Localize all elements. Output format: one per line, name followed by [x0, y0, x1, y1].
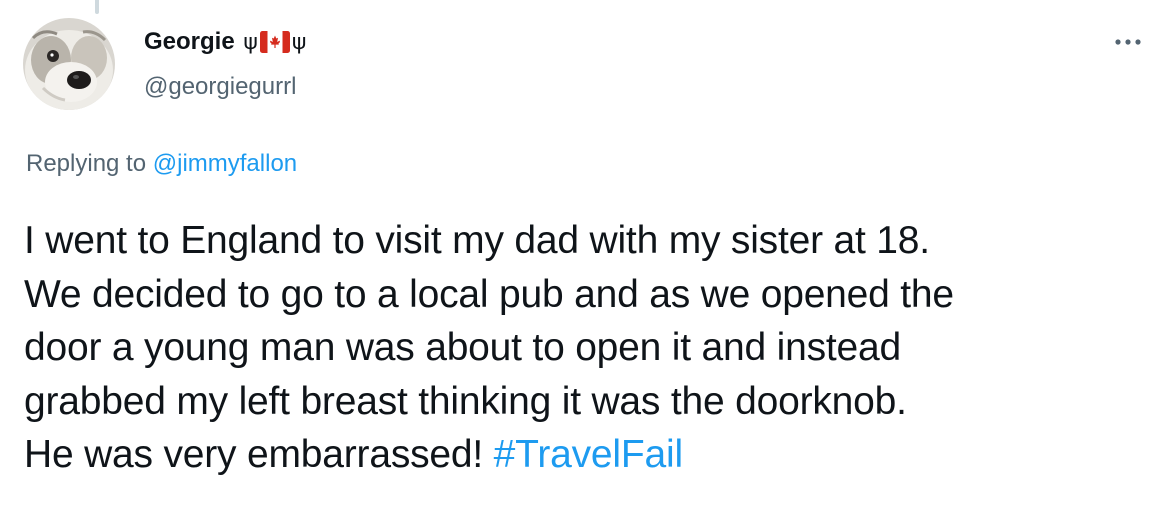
author-display-name: Georgie: [144, 28, 235, 55]
more-options-icon: [1115, 39, 1141, 45]
tweet-text-line-last: He was very embarrassed! #TravelFail: [24, 428, 1144, 482]
author-handle[interactable]: @georgiegurrl: [144, 72, 296, 102]
mention-link[interactable]: @jimmyfallon: [153, 150, 297, 177]
hashtag-link[interactable]: #TravelFail: [494, 433, 683, 476]
replying-to: Replying to @jimmyfallon: [26, 149, 297, 179]
psi-emoji-right: ψ: [291, 29, 307, 55]
author-name[interactable]: Georgie ψ ψ: [144, 26, 306, 59]
tweet-text-line: door a young man was about to open it an…: [24, 326, 901, 369]
more-options-button[interactable]: [1110, 28, 1146, 56]
thread-connector-line: [95, 0, 99, 14]
tweet-text-line: We decided to go to a local pub and as w…: [24, 272, 954, 316]
replying-to-label: Replying to: [26, 150, 147, 177]
avatar[interactable]: [23, 18, 115, 110]
canada-flag-icon: [259, 30, 290, 53]
psi-emoji-left: ψ: [243, 29, 258, 55]
tweet-text: I went to England to visit my dad with m…: [24, 214, 1144, 482]
tweet-text-final: He was very embarrassed!: [24, 433, 484, 476]
tweet-text-line: grabbed my left breast thinking it was t…: [24, 379, 907, 423]
tweet-text-line: I went to England to visit my dad with m…: [24, 219, 930, 262]
dog-avatar-icon: [23, 18, 115, 110]
